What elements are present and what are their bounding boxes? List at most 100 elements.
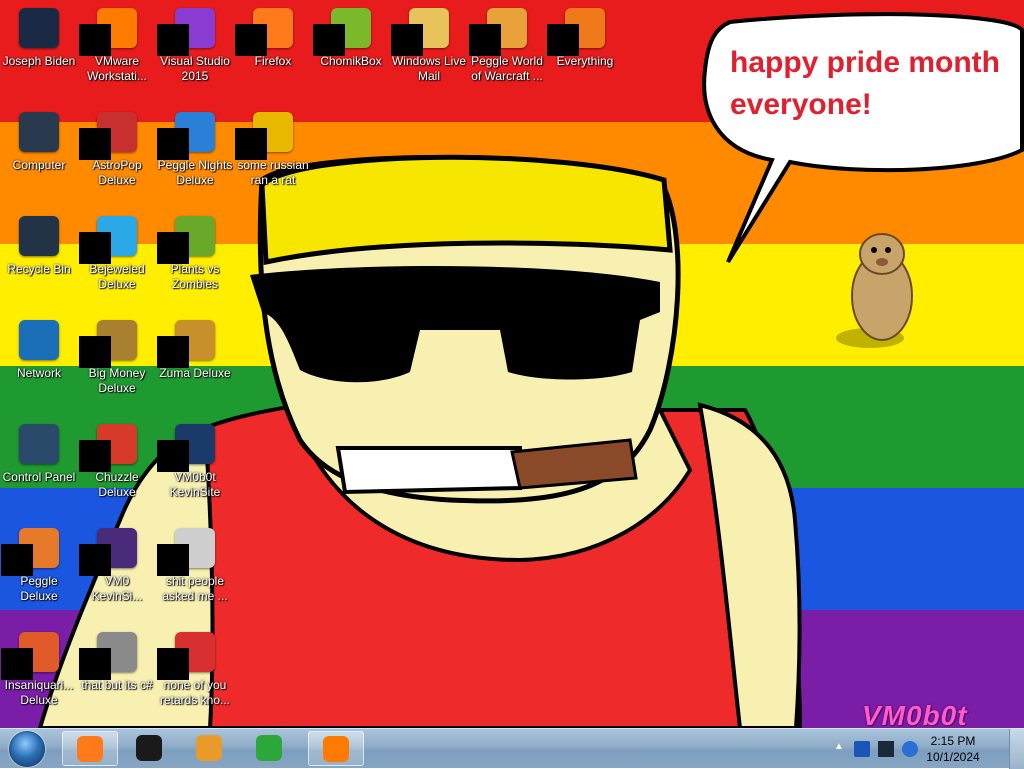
censor-box	[79, 232, 111, 264]
firefox-taskbar-icon	[77, 736, 103, 762]
desktop-icon[interactable]: Big Money Deluxe	[78, 314, 156, 414]
volume-tray-icon[interactable]	[902, 741, 918, 757]
astropop-icon	[79, 112, 137, 160]
vmware-taskbar-button[interactable]	[308, 731, 364, 766]
censor-box	[1, 648, 33, 680]
monitor-tray-icon[interactable]	[878, 741, 894, 757]
clock-time: 2:15 PM	[930, 734, 976, 748]
censor-box	[79, 24, 111, 56]
document-icon	[79, 528, 137, 576]
censor-box	[157, 440, 189, 472]
desktop-icon-label: VM0b0t KevinSite	[169, 470, 221, 499]
desktop-icon-label: some russian ran a rat	[237, 158, 309, 187]
firefox-icon	[235, 8, 293, 56]
desktop-icon[interactable]: Computer	[0, 106, 78, 206]
show-desktop-button[interactable]	[1009, 729, 1024, 769]
desktop-icon-label: Peggle Nights Deluxe	[157, 158, 233, 187]
taskbar: ▲ 2:15 PM 10/1/2024	[0, 728, 1024, 769]
internet-download-taskbar-button[interactable]	[242, 731, 298, 766]
file-icon	[235, 112, 293, 160]
grin-mouth	[335, 446, 522, 495]
pc-tower-icon	[19, 8, 59, 48]
system-tray: ▲ 2:15 PM 10/1/2024	[834, 729, 1024, 769]
cmd-taskbar-icon	[136, 735, 162, 761]
globe-icon	[19, 320, 59, 360]
censor-box	[79, 544, 111, 576]
recycle-bin-icon	[19, 216, 59, 256]
censor-box	[391, 24, 423, 56]
desktop-icon[interactable]: VM0 KevinSi...	[78, 522, 156, 622]
censor-box	[79, 440, 111, 472]
shortcut-icon	[79, 632, 137, 680]
desktop-icon-label: Windows Live Mail	[391, 54, 467, 83]
censor-box	[157, 336, 189, 368]
desktop-icon[interactable]: Joseph Biden	[0, 2, 78, 102]
gem-icon	[79, 216, 137, 264]
clock[interactable]: 2:15 PM 10/1/2024	[918, 733, 988, 765]
desktop-icon[interactable]: Bejeweled Deluxe	[78, 210, 156, 310]
show-hidden-icons-icon[interactable]: ▲	[834, 741, 850, 757]
firefox-taskbar-button[interactable]	[62, 731, 118, 766]
desktop-icon[interactable]: ChomikBox	[312, 2, 390, 102]
desktop-icon-label: Bejeweled Deluxe	[89, 262, 145, 291]
desktop-icon[interactable]: Network	[0, 314, 78, 414]
desktop-icon-label: Recycle Bin	[7, 262, 71, 276]
windows-logo-icon	[9, 731, 45, 767]
censor-box	[79, 336, 111, 368]
desktop-icon[interactable]: shit people asked me ...	[156, 522, 234, 622]
network-tray-icon[interactable]	[854, 741, 870, 757]
desktop-icon[interactable]: Windows Live Mail	[390, 2, 468, 102]
censor-box	[235, 128, 267, 160]
clock-date: 10/1/2024	[926, 750, 980, 764]
desktop-icon[interactable]: Peggle Nights Deluxe	[156, 106, 234, 206]
desktop-icon[interactable]: AstroPop Deluxe	[78, 106, 156, 206]
fish-icon	[1, 632, 59, 680]
visual-studio-icon	[157, 8, 215, 56]
desktop-icon-label: Big Money Deluxe	[88, 366, 146, 395]
chuzzle-icon	[79, 424, 137, 472]
desktop-icon-label: ChomikBox	[320, 54, 382, 68]
desktop-icon[interactable]: Peggle Deluxe	[0, 522, 78, 622]
desktop-icon-label: Joseph Biden	[2, 54, 76, 68]
text-file-icon	[157, 528, 215, 576]
desktop-icon[interactable]: Everything	[546, 2, 624, 102]
desktop-icon[interactable]: Plants vs Zombies	[156, 210, 234, 310]
folder-icon	[157, 424, 215, 472]
hamster-icon	[313, 8, 371, 56]
desktop-icon[interactable]: some russian ran a rat	[234, 106, 312, 206]
desktop-icon[interactable]: that but its c#	[78, 626, 156, 726]
desktop-icon[interactable]: Zuma Deluxe	[156, 314, 234, 414]
censor-box	[157, 24, 189, 56]
censor-box	[235, 24, 267, 56]
desktop-icon-label: VMware Workstati...	[87, 54, 147, 83]
desktop-icon[interactable]: VMware Workstati...	[78, 2, 156, 102]
artist-watermark: VM0b0t	[862, 700, 968, 728]
desktop-icon-label: shit people asked me ...	[162, 574, 228, 603]
desktop-icon[interactable]: Firefox	[234, 2, 312, 102]
censor-box	[157, 544, 189, 576]
desktop-icon-label: VM0 KevinSi...	[91, 574, 143, 603]
desktop-icon[interactable]: Visual Studio 2015	[156, 2, 234, 102]
desktop-icon[interactable]: Peggle World of Warcraft ...	[468, 2, 546, 102]
desktop-icon[interactable]: none of you retards kno...	[156, 626, 234, 726]
desktop-icon[interactable]: Control Panel	[0, 418, 78, 518]
start-button[interactable]	[4, 730, 50, 768]
control-panel-icon	[19, 424, 59, 464]
desktop-icon[interactable]: Recycle Bin	[0, 210, 78, 310]
media-icon	[157, 632, 215, 680]
desktop-icon[interactable]: Insaniquari... Deluxe	[0, 626, 78, 726]
desktop-icon-label: Firefox	[254, 54, 292, 68]
desktop-icon-label: Plants vs Zombies	[170, 262, 220, 291]
desktop-icon[interactable]: Chuzzle Deluxe	[78, 418, 156, 518]
hamster	[836, 233, 913, 348]
desktop-icon[interactable]: VM0b0t KevinSite	[156, 418, 234, 518]
peggle-icon	[469, 8, 527, 56]
vmware-icon	[79, 8, 137, 56]
media-player-taskbar-button[interactable]	[182, 731, 238, 766]
internet-download-taskbar-icon	[256, 735, 282, 761]
zuma-icon	[157, 320, 215, 368]
cmd-taskbar-button[interactable]	[122, 731, 178, 766]
censor-box	[1, 544, 33, 576]
censor-box	[157, 648, 189, 680]
desktop-icon-label: Chuzzle Deluxe	[95, 470, 139, 499]
